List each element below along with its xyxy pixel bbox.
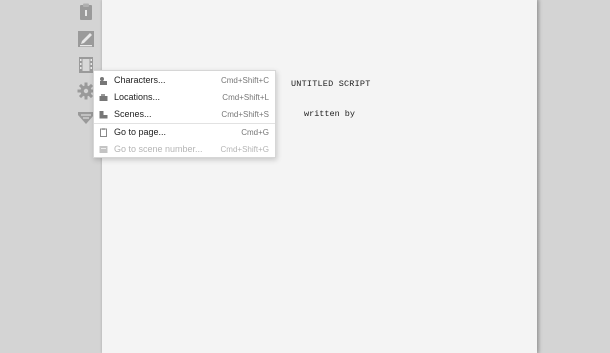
locations-icon [98, 92, 108, 102]
script-page[interactable] [102, 0, 537, 353]
menu-item-label: Scenes... [114, 109, 152, 119]
pencil-icon [78, 31, 94, 47]
menu-item-go-to-scene-number: Go to scene number... Cmd+Shift+G [94, 141, 275, 157]
menu-item-scenes[interactable]: Scenes... Cmd+Shift+S [94, 106, 275, 122]
menu-item-label: Go to scene number... [114, 144, 203, 154]
page-icon [98, 127, 108, 137]
menu-item-shortcut: Cmd+Shift+S [221, 109, 269, 119]
navigation-menu: Characters... Cmd+Shift+C Locations... C… [93, 70, 276, 158]
menu-item-shortcut: Cmd+Shift+G [220, 144, 269, 154]
menu-item-label: Go to page... [114, 127, 167, 137]
menu-item-shortcut: Cmd+G [241, 127, 269, 137]
pencil-tool-button[interactable] [77, 30, 95, 48]
menu-item-shortcut: Cmd+Shift+C [220, 75, 269, 85]
scene-number-icon [98, 144, 108, 154]
script-title: UNTITLED SCRIPT [291, 79, 371, 89]
clipboard-icon [80, 3, 92, 20]
menu-item-locations[interactable]: Locations... Cmd+Shift+L [94, 89, 275, 105]
menu-item-label: Characters... [114, 75, 166, 85]
characters-icon [98, 75, 108, 85]
menu-item-shortcut: Cmd+Shift+L [222, 92, 269, 102]
scenes-icon [98, 109, 108, 119]
menu-item-characters[interactable]: Characters... Cmd+Shift+C [94, 72, 275, 88]
page-shadow [537, 0, 541, 353]
film-strip-icon [79, 57, 93, 73]
menu-item-label: Locations... [114, 92, 161, 102]
clipboard-tool-button[interactable] [77, 3, 95, 21]
menu-item-go-to-page[interactable]: Go to page... Cmd+G [94, 124, 275, 140]
script-written-by: written by [304, 109, 356, 119]
